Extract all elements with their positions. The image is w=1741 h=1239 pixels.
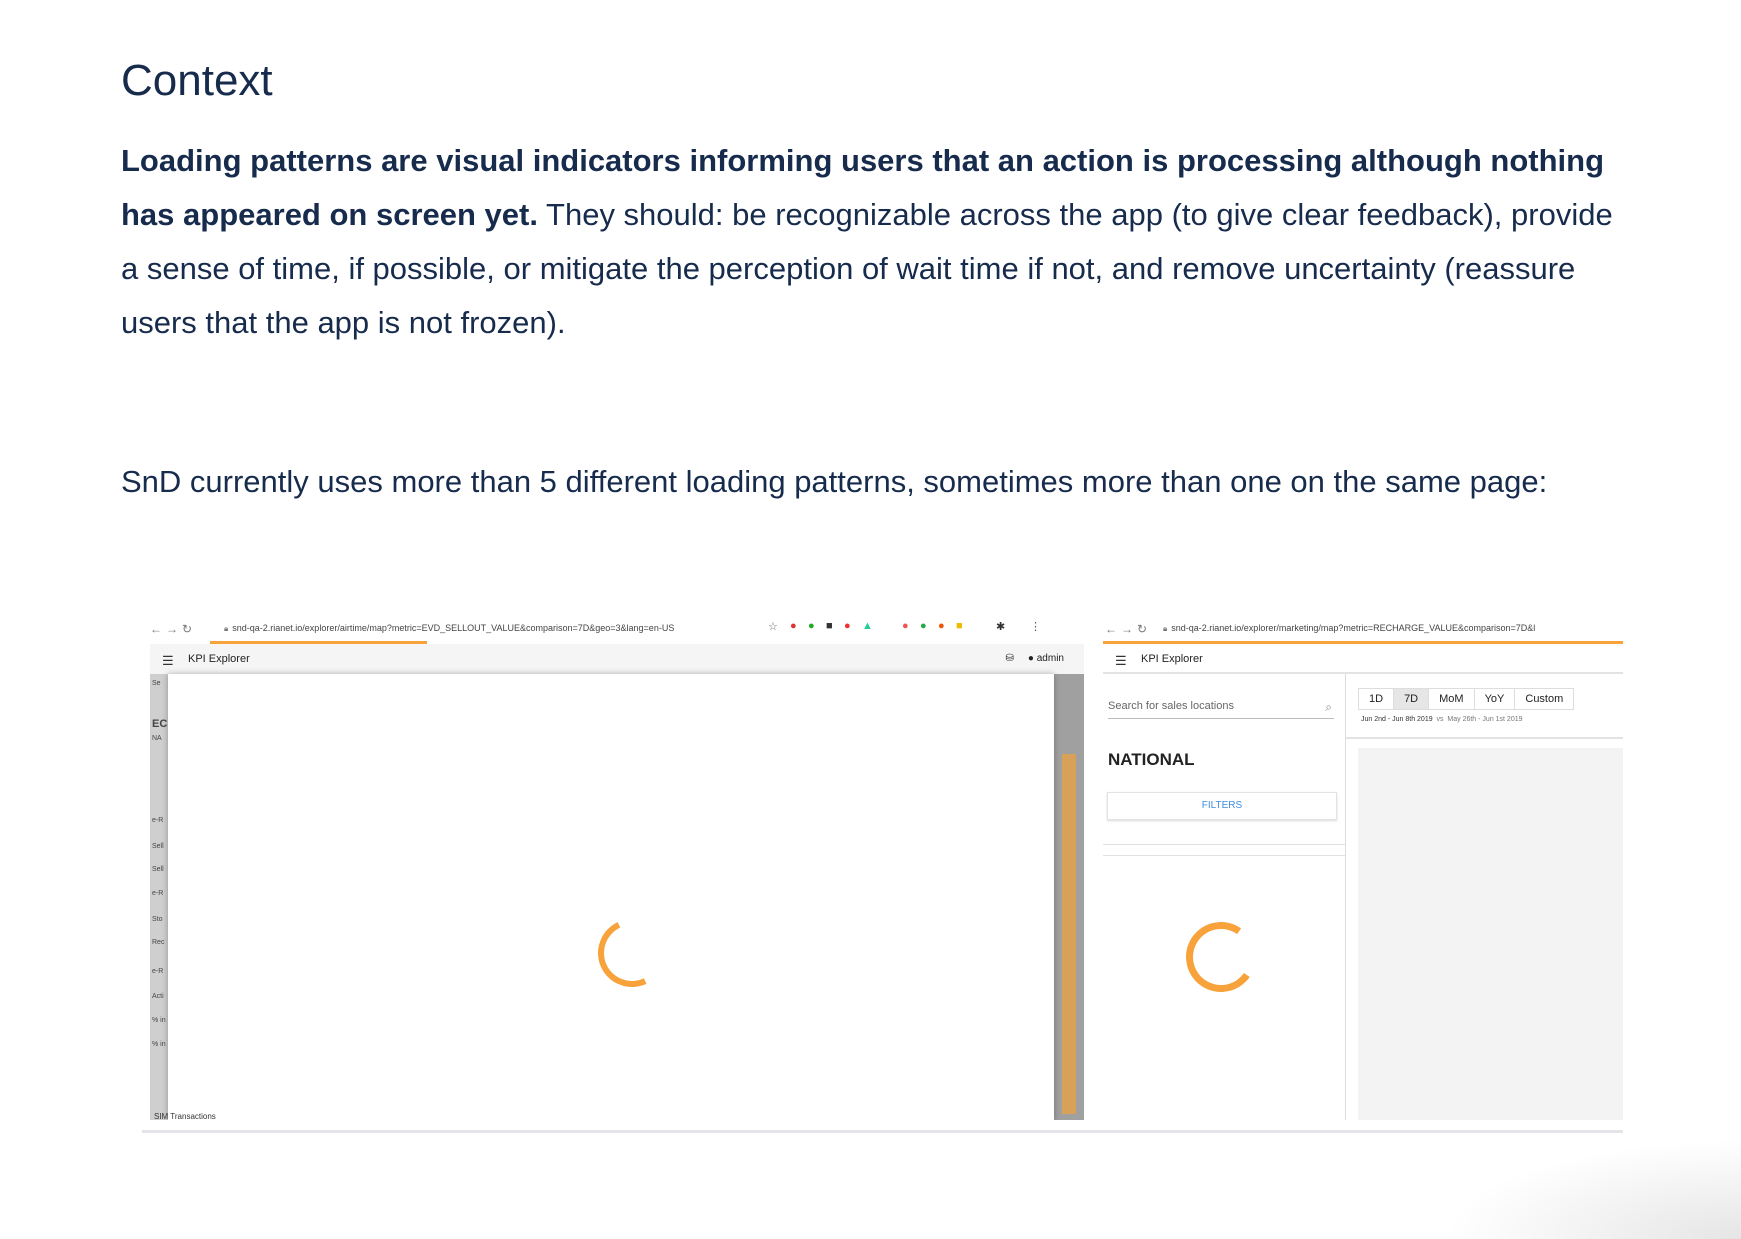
user-name: admin — [1036, 653, 1064, 664]
sidebar-fragment: e-R — [152, 968, 164, 975]
sidebar-fragment: Sell — [152, 843, 164, 850]
obscured-sidebar: Se EC NA e-R Sell Sell e-R Sto Rec e-R A… — [150, 674, 168, 1120]
reload-icon: ↻ — [182, 622, 193, 636]
sidebar-fragment: % in — [152, 1017, 166, 1024]
content-placeholder — [1358, 748, 1623, 1120]
divider — [1103, 844, 1345, 845]
date-vs: vs — [1436, 716, 1444, 723]
back-icon: ← — [1105, 622, 1117, 636]
database-icon: ⛁ — [1005, 653, 1014, 664]
extension-icon: ● — [844, 620, 851, 632]
extension-icon: ● — [920, 620, 927, 632]
hamburger-icon: ☰ — [1115, 653, 1127, 668]
url-text: snd-qa-2.rianet.io/explorer/airtime/map?… — [232, 623, 675, 633]
app-title: KPI Explorer — [1141, 653, 1203, 665]
sidebar-fragment: Se — [152, 680, 161, 687]
divider — [1346, 737, 1623, 739]
screenshot-marketing-map: ← → ↻ 🔒︎ snd-qa-2.rianet.io/explorer/mark… — [1103, 614, 1623, 1120]
search-input[interactable]: Search for sales locations ⌕ — [1108, 700, 1334, 719]
puzzle-icon: ✱ — [996, 621, 1006, 633]
menu-icon: ⋮ — [1030, 621, 1041, 633]
address-bar: 🔒︎ snd-qa-2.rianet.io/explorer/marketing/… — [1163, 623, 1535, 634]
extension-icon: ▲ — [862, 620, 873, 632]
filters-button[interactable]: FILTERS — [1107, 792, 1337, 820]
sidebar-fragment: e-R — [152, 817, 164, 824]
app-title: KPI Explorer — [188, 653, 250, 665]
sidebar-fragment: Sto — [152, 916, 163, 923]
date-range: Jun 2nd - Jun 8th 2019 vs May 26th - Jun… — [1361, 716, 1523, 723]
image-bottom-divider — [142, 1130, 1623, 1133]
sidebar-fragment: Sell — [152, 866, 164, 873]
period-yoy[interactable]: YoY — [1475, 689, 1516, 709]
region-title: NATIONAL — [1108, 750, 1195, 769]
sidebar-section-label: SIM Transactions — [154, 1112, 216, 1120]
page-heading: Context — [121, 56, 273, 105]
period-mom[interactable]: MoM — [1429, 689, 1475, 709]
browser-bar: ← → ↻ 🔒︎ snd-qa-2.rianet.io/explorer/mark… — [1103, 614, 1623, 644]
extension-icon: ● — [938, 620, 945, 632]
intro-paragraph: Loading patterns are visual indicators i… — [121, 134, 1621, 350]
extension-icon: ● — [790, 620, 797, 632]
period-selector: 1D 7D MoM YoY Custom — [1358, 688, 1575, 710]
user-menu: ⛁ ● admin — [1006, 653, 1064, 664]
url-text: snd-qa-2.rianet.io/explorer/marketing/ma… — [1171, 623, 1536, 633]
sidebar-fragment: Rec — [152, 939, 165, 946]
period-7d[interactable]: 7D — [1394, 689, 1430, 709]
lock-icon: 🔒︎ — [224, 624, 229, 633]
forward-icon: → — [166, 622, 178, 636]
period-custom[interactable]: Custom — [1515, 689, 1573, 709]
map-area — [1062, 754, 1076, 1114]
spinner-icon — [1180, 916, 1262, 998]
app-bar: ☰ KPI Explorer — [1103, 644, 1623, 674]
sidebar-fragment: % in — [152, 1041, 166, 1048]
divider — [1103, 855, 1345, 856]
address-bar: 🔒︎ snd-qa-2.rianet.io/explorer/airtime/ma… — [224, 623, 674, 634]
corner-shadow — [1441, 1139, 1741, 1239]
star-icon: ☆ — [768, 621, 778, 633]
extension-icon: ■ — [956, 620, 963, 632]
loading-patterns-paragraph: SnD currently uses more than 5 different… — [121, 464, 1548, 499]
screenshot-airtime-map: ← → ↻ 🔒︎ snd-qa-2.rianet.io/explorer/airt… — [150, 614, 1084, 1120]
loading-overlay — [168, 674, 1054, 1120]
obscured-map — [1054, 674, 1084, 1120]
sidebar-fragment: EC — [152, 718, 168, 730]
search-icon: ⌕ — [1325, 700, 1332, 714]
extension-icon: ● — [902, 620, 909, 632]
account-icon: ● — [1027, 653, 1034, 664]
hamburger-icon: ☰ — [162, 653, 174, 668]
panel-border — [1345, 674, 1346, 1120]
browser-bar: ← → ↻ 🔒︎ snd-qa-2.rianet.io/explorer/airt… — [150, 614, 1084, 644]
date-current: Jun 2nd - Jun 8th 2019 — [1361, 716, 1433, 723]
app-bar: ☰ KPI Explorer ⛁ ● admin — [150, 644, 1084, 674]
sidebar-fragment: Acti — [152, 993, 164, 1000]
search-placeholder: Search for sales locations — [1108, 700, 1234, 712]
lock-icon: 🔒︎ — [1163, 624, 1168, 633]
sidebar-fragment: e-R — [152, 890, 164, 897]
extension-icon: ■ — [826, 620, 833, 632]
date-previous: May 26th - Jun 1st 2019 — [1447, 716, 1523, 723]
sidebar-fragment: NA — [152, 735, 162, 742]
forward-icon: → — [1121, 622, 1133, 636]
extension-icon: ● — [808, 620, 815, 632]
reload-icon: ↻ — [1137, 622, 1148, 636]
back-icon: ← — [150, 622, 162, 636]
spinner-icon — [588, 909, 676, 997]
period-1d[interactable]: 1D — [1359, 689, 1395, 709]
